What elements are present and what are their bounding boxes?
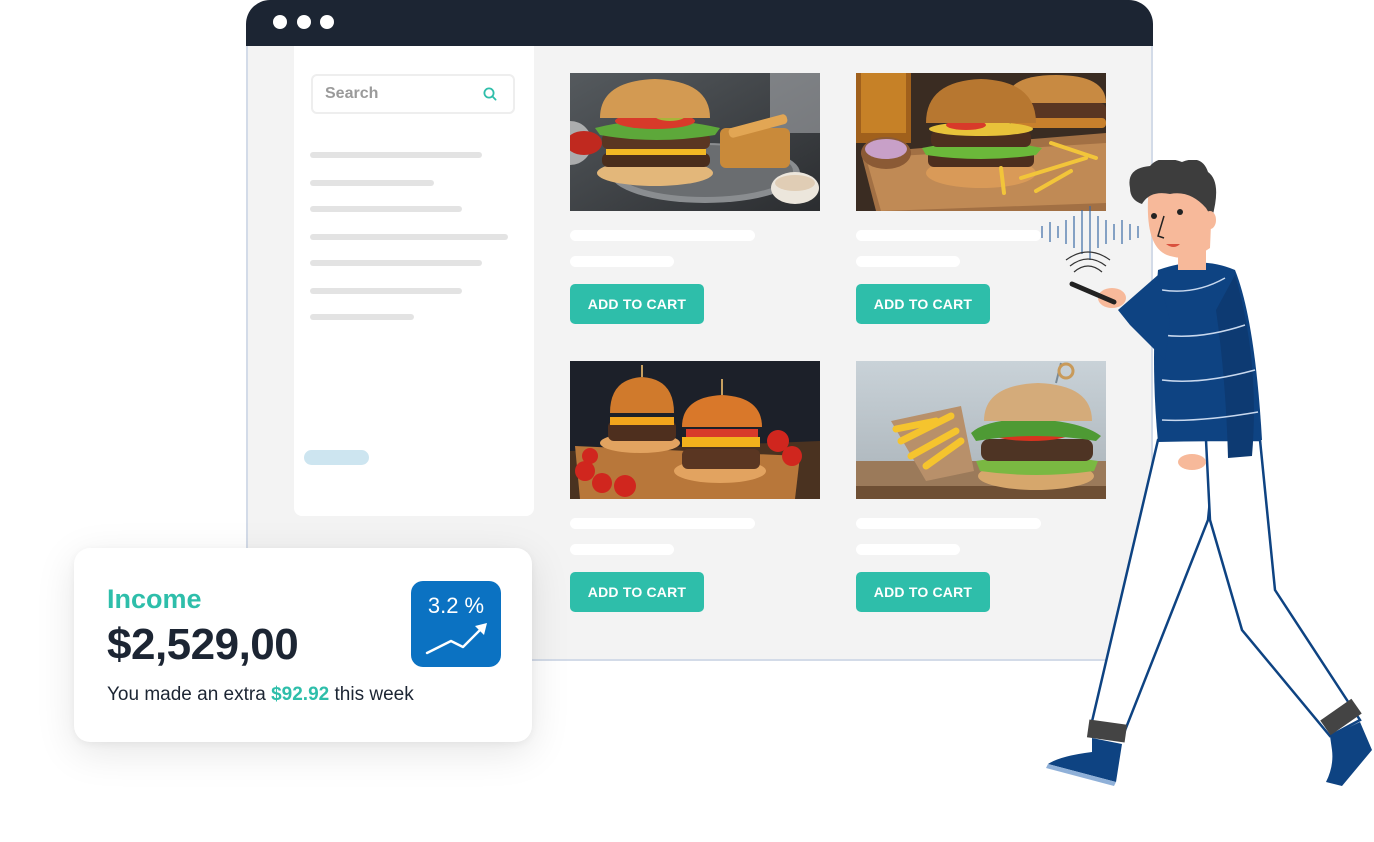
browser-titlebar: [246, 0, 1153, 46]
income-note-value: $92.92: [271, 684, 330, 705]
sidebar-placeholder-line: [310, 234, 508, 240]
window-dot-3[interactable]: [320, 15, 334, 29]
search-input[interactable]: [325, 84, 475, 104]
search-icon[interactable]: [483, 87, 497, 101]
add-to-cart-button[interactable]: ADD TO CART: [856, 572, 990, 612]
product-title-placeholder: [570, 518, 755, 529]
income-amount: $2,529,00: [107, 620, 299, 669]
product-price-placeholder: [856, 544, 960, 555]
sidebar-pill[interactable]: [304, 450, 369, 465]
growth-badge: 3.2 %: [411, 581, 501, 667]
trend-up-icon: [425, 623, 487, 655]
add-to-cart-button[interactable]: ADD TO CART: [570, 284, 704, 324]
income-label: Income: [107, 584, 202, 614]
sidebar-placeholder-line: [310, 180, 434, 186]
product-title-placeholder: [856, 518, 1041, 529]
product-title-placeholder: [570, 230, 755, 241]
sidebar-placeholder-line: [310, 206, 462, 212]
product-image-two-burgers[interactable]: [570, 361, 820, 499]
sidebar-placeholder-line: [310, 152, 482, 158]
search-box[interactable]: [311, 74, 515, 114]
add-to-cart-button[interactable]: ADD TO CART: [856, 284, 990, 324]
sidebar-placeholder-line: [310, 288, 462, 294]
income-note-suffix: this week: [334, 684, 414, 705]
product-title-placeholder: [856, 230, 1041, 241]
product-price-placeholder: [570, 544, 674, 555]
income-note: You made an extra $92.92 this week: [107, 684, 414, 706]
signal-icon: [1065, 251, 1111, 273]
income-note-prefix: You made an extra: [107, 684, 266, 705]
growth-percent: 3.2 %: [427, 593, 485, 618]
sidebar: [294, 46, 534, 516]
sidebar-placeholder-line: [310, 314, 414, 320]
person-illustration: [1041, 160, 1372, 786]
product-price-placeholder: [570, 256, 674, 267]
window-dot-1[interactable]: [273, 15, 287, 29]
income-card: Income $2,529,00 You made an extra $92.9…: [74, 548, 532, 742]
window-dot-2[interactable]: [297, 15, 311, 29]
add-to-cart-button[interactable]: ADD TO CART: [570, 572, 704, 612]
sidebar-placeholder-line: [310, 260, 482, 266]
product-image-burger-plate[interactable]: [570, 73, 820, 211]
product-price-placeholder: [856, 256, 960, 267]
